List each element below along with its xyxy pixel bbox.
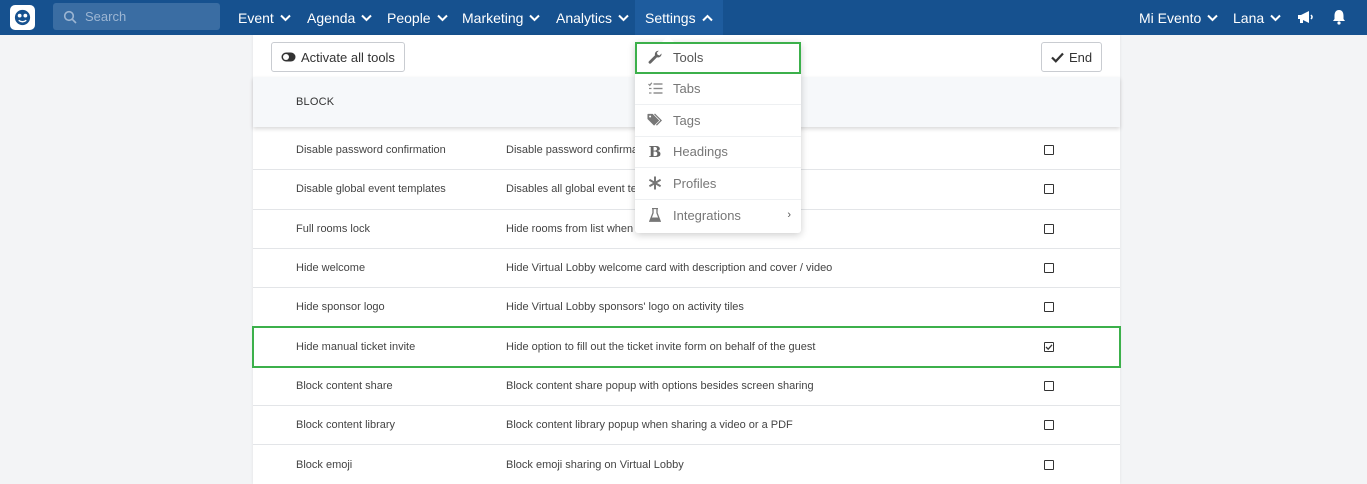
list-check-icon <box>647 81 663 97</box>
menu-item-label: Profiles <box>673 175 717 191</box>
row-checkbox-checked[interactable] <box>1044 341 1054 352</box>
row-name: Block content library <box>296 419 396 432</box>
chevron-right-icon: › <box>787 209 791 222</box>
event-selector[interactable]: Mi Evento <box>1139 0 1218 35</box>
nav-people-label: People <box>387 9 431 26</box>
nav-marketing[interactable]: Marketing <box>462 0 541 35</box>
menu-item-label: Tags <box>673 112 701 128</box>
row-checkbox[interactable] <box>1044 223 1054 234</box>
top-nav: Search Event Agenda People Marketing Ana… <box>0 0 1367 35</box>
chevron-up-icon <box>701 14 713 21</box>
table-row: Block content library Block content libr… <box>253 406 1120 446</box>
row-checkbox[interactable] <box>1044 420 1054 431</box>
toggle-icon <box>281 52 296 62</box>
nav-analytics-label: Analytics <box>556 9 613 26</box>
menu-item-label: Headings <box>673 144 728 160</box>
bold-icon: B <box>648 142 662 161</box>
row-checkbox[interactable] <box>1044 302 1054 313</box>
row-checkbox[interactable] <box>1044 184 1054 195</box>
table-row: Hide welcome Hide Virtual Lobby welcome … <box>253 249 1120 289</box>
chevron-down-icon <box>436 14 448 21</box>
row-description: Block emoji sharing on Virtual Lobby <box>506 458 684 471</box>
bell-icon[interactable] <box>1330 8 1348 26</box>
row-name: Hide manual ticket invite <box>296 340 416 353</box>
activate-all-tools-button[interactable]: Activate all tools <box>271 42 405 72</box>
check-icon <box>1051 52 1064 63</box>
row-description: Hide option to fill out the ticket invit… <box>506 340 816 353</box>
row-description: Disables all global event ter <box>506 183 641 196</box>
row-name: Disable password confirmation <box>296 144 446 157</box>
chevron-down-icon <box>280 14 291 21</box>
menu-item-tools[interactable]: Tools <box>635 42 801 74</box>
table-row: Block emoji Block emoji sharing on Virtu… <box>253 445 1120 484</box>
checkmark-icon <box>1045 344 1053 350</box>
nav-people[interactable]: People <box>387 0 448 35</box>
search-input[interactable]: Search <box>53 3 220 30</box>
row-description: Block content share popup with options b… <box>506 379 814 392</box>
user-menu-label: Lana <box>1233 9 1265 26</box>
row-checkbox[interactable] <box>1044 459 1054 470</box>
nav-analytics[interactable]: Analytics <box>556 0 629 35</box>
search-placeholder: Search <box>85 9 127 24</box>
menu-item-label: Tools <box>673 49 704 65</box>
activate-all-tools-label: Activate all tools <box>301 49 395 65</box>
chevron-down-icon <box>1270 14 1281 21</box>
menu-item-label: Integrations <box>673 207 741 223</box>
table-row-highlighted: Hide manual ticket invite Hide option to… <box>252 326 1121 368</box>
row-name: Block emoji <box>296 458 353 471</box>
asterisk-icon <box>647 175 663 191</box>
menu-item-profiles[interactable]: Profiles <box>635 168 801 200</box>
table-row: Block content share Block content share … <box>253 367 1120 407</box>
row-description: Hide Virtual Lobby welcome card with des… <box>506 262 833 275</box>
chevron-down-icon <box>361 14 372 21</box>
row-name: Hide welcome <box>296 262 366 275</box>
app-logo[interactable] <box>10 5 35 30</box>
search-icon <box>63 10 77 24</box>
menu-item-tabs[interactable]: Tabs <box>635 74 801 105</box>
menu-item-headings[interactable]: B Headings <box>635 137 801 168</box>
nav-event-label: Event <box>238 9 274 26</box>
row-name: Hide sponsor logo <box>296 301 385 314</box>
menu-item-tags[interactable]: Tags <box>635 105 801 137</box>
section-header-label: BLOCK <box>296 96 335 108</box>
row-description: Block content library popup when sharing… <box>506 419 793 432</box>
nav-marketing-label: Marketing <box>462 9 524 26</box>
user-menu[interactable]: Lana <box>1233 0 1281 35</box>
row-description: Hide Virtual Lobby sponsors' logo on act… <box>506 301 744 314</box>
nav-agenda-label: Agenda <box>307 9 356 26</box>
nav-event[interactable]: Event <box>238 0 291 35</box>
nav-settings[interactable]: Settings <box>635 0 723 35</box>
end-label: End <box>1069 49 1093 65</box>
chevron-down-icon <box>529 14 541 21</box>
menu-item-integrations[interactable]: Integrations › <box>635 200 801 232</box>
wrench-icon <box>647 49 663 65</box>
end-button[interactable]: End <box>1041 42 1103 72</box>
row-name: Disable global event templates <box>296 183 446 196</box>
tags-icon <box>647 112 663 128</box>
nav-settings-label: Settings <box>645 9 696 26</box>
settings-dropdown: Tools Tabs Tags B Headings Profiles Inte… <box>635 42 801 233</box>
row-checkbox[interactable] <box>1044 380 1054 391</box>
event-selector-label: Mi Evento <box>1139 9 1202 26</box>
row-description: Disable password confirmat <box>506 144 642 157</box>
table-row: Hide sponsor logo Hide Virtual Lobby spo… <box>253 288 1120 328</box>
nav-agenda[interactable]: Agenda <box>307 0 372 35</box>
row-description: Hide rooms from list when <box>506 222 634 235</box>
row-checkbox[interactable] <box>1044 145 1054 156</box>
row-name: Block content share <box>296 379 393 392</box>
logo-icon <box>14 9 31 26</box>
dropdown-caret <box>662 36 674 42</box>
chevron-down-icon <box>618 14 629 21</box>
flask-icon <box>647 207 663 223</box>
chevron-down-icon <box>1207 14 1218 21</box>
menu-item-label: Tabs <box>673 81 701 97</box>
row-name: Full rooms lock <box>296 222 370 235</box>
megaphone-icon[interactable] <box>1296 8 1314 26</box>
row-checkbox[interactable] <box>1044 263 1054 274</box>
